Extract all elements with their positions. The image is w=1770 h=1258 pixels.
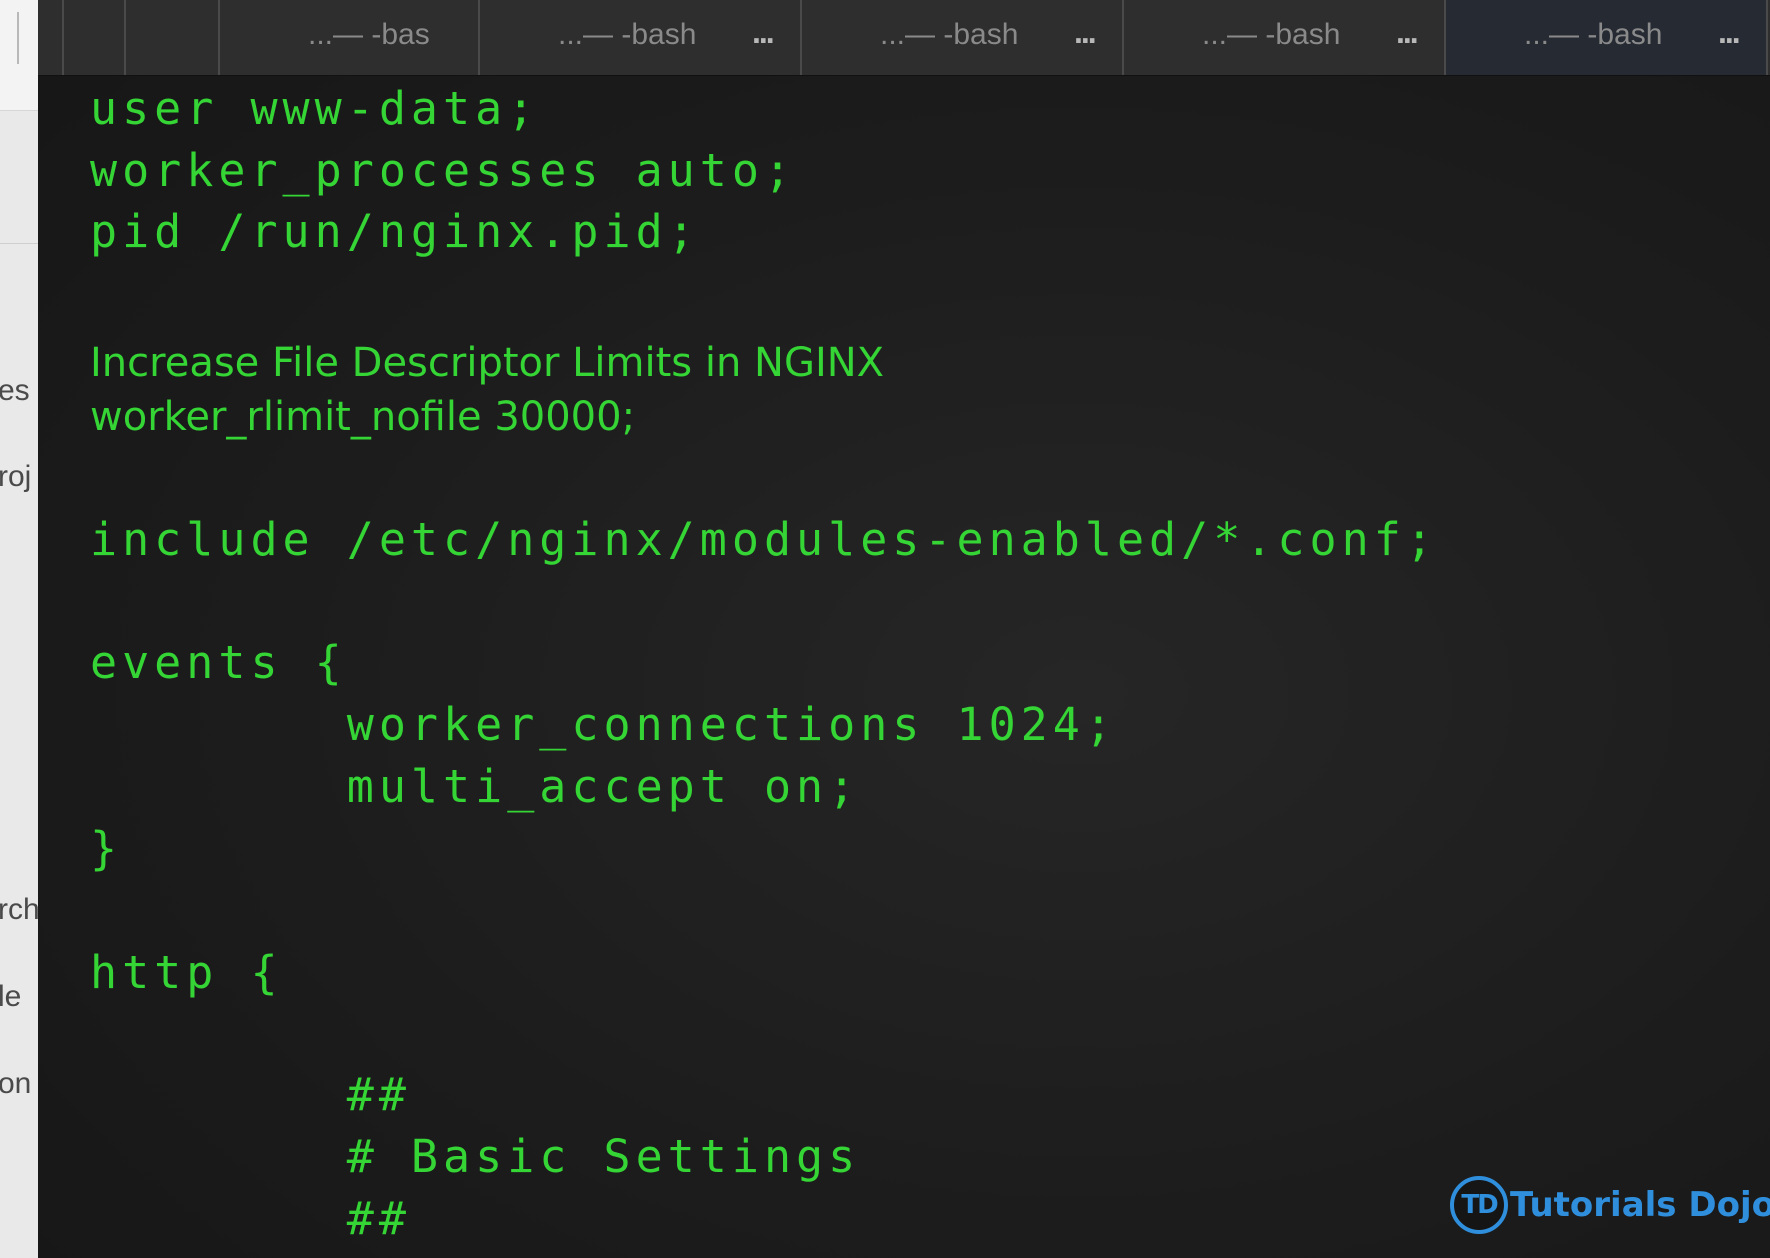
tab-separator	[62, 0, 64, 75]
terminal-tab-active[interactable]: ...— -bash ...	[1446, 0, 1766, 75]
td-logo-icon: TD	[1450, 1176, 1508, 1234]
code-line: events {	[90, 636, 347, 689]
annotation-code: worker_rlimit_nofile 30000;	[90, 394, 636, 440]
tab-separator	[124, 0, 126, 75]
tab-title: ...— -bash	[880, 18, 1019, 51]
background-window-toolbar	[0, 0, 38, 111]
terminal-tab[interactable]: ...— -bash ...	[802, 0, 1122, 75]
code-line: multi_accept on;	[90, 760, 861, 813]
code-line: include /etc/nginx/modules-enabled/*.con…	[90, 513, 1438, 566]
background-text-fragment: le	[0, 980, 22, 1013]
code-line: worker_connections 1024;	[90, 698, 1117, 751]
code-line: user www-data;	[90, 82, 540, 135]
tab-title: ...— -bash	[558, 18, 697, 51]
background-text-fragment: rch	[0, 893, 39, 926]
tab-title: ...— -bash	[1524, 18, 1663, 51]
code-line: http {	[90, 946, 283, 999]
background-text-fragment: roj	[0, 460, 32, 493]
terminal-tab[interactable]: ...— -bash ...	[1124, 0, 1444, 75]
code-line: # Basic Settings	[90, 1130, 861, 1183]
tab-separator	[1766, 0, 1768, 75]
code-line: worker_processes auto;	[90, 144, 797, 197]
background-window-divider	[0, 243, 38, 244]
tab-more-icon[interactable]: ...	[1074, 14, 1097, 51]
tab-title: ...— -bash	[1202, 18, 1341, 51]
screen: es roj rch le on ...— -bas ...— -bash ..…	[0, 0, 1770, 1258]
terminal-tab-bar: ...— -bas ...— -bash ... ...— -bash ... …	[38, 0, 1770, 76]
background-window-edge	[17, 12, 19, 64]
tab-more-icon[interactable]: ...	[1396, 14, 1419, 51]
background-text-fragment: es	[0, 374, 30, 407]
background-window[interactable]: es roj rch le on	[0, 0, 39, 1258]
code-line: pid /run/nginx.pid;	[90, 205, 700, 258]
logo-text: Tutorials Dojo	[1510, 1185, 1770, 1225]
annotation-title: Increase File Descriptor Limits in NGINX	[90, 340, 885, 386]
background-text-fragment: on	[0, 1067, 32, 1100]
terminal-tab[interactable]: ...— -bas	[220, 0, 478, 75]
tab-more-icon[interactable]: ...	[1718, 14, 1741, 51]
code-line: ##	[90, 1068, 411, 1121]
code-line: ##	[90, 1192, 411, 1245]
code-line: }	[90, 822, 123, 875]
terminal-window[interactable]: ...— -bas ...— -bash ... ...— -bash ... …	[38, 0, 1770, 1258]
tab-more-icon[interactable]: ...	[752, 14, 775, 51]
tab-title: ...— -bas	[308, 18, 430, 51]
tutorials-dojo-logo: TD Tutorials Dojo	[1450, 1176, 1770, 1234]
terminal-tab[interactable]: ...— -bash ...	[480, 0, 800, 75]
